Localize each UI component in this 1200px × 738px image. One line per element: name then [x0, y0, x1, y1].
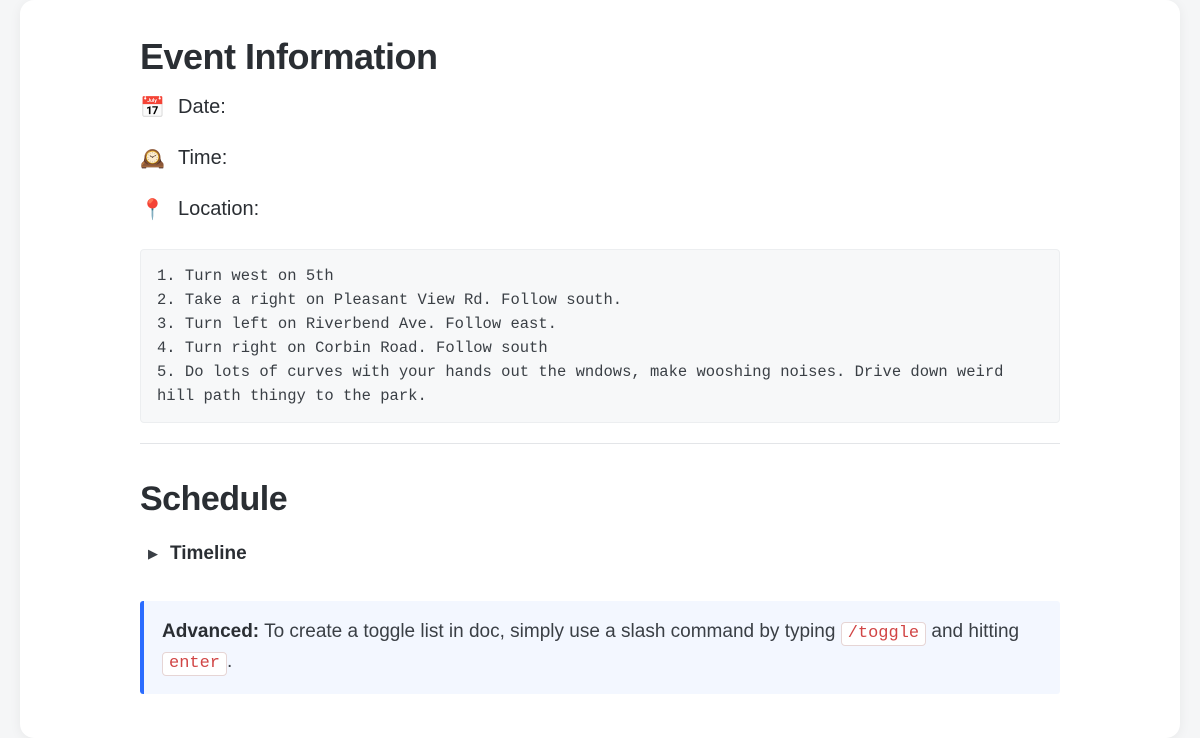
event-information-heading: Event Information: [140, 36, 1060, 78]
timeline-toggle[interactable]: ▶ Timeline: [148, 543, 1060, 565]
date-row[interactable]: 📅 Date:: [140, 96, 1060, 119]
caret-right-icon: ▶: [148, 546, 158, 562]
directions-code-block[interactable]: 1. Turn west on 5th 2. Take a right on P…: [140, 249, 1060, 423]
advanced-callout: Advanced: To create a toggle list in doc…: [140, 601, 1060, 694]
time-label: Time:: [178, 147, 227, 170]
section-divider: [140, 443, 1060, 444]
time-row[interactable]: 🕰️ Time:: [140, 147, 1060, 170]
location-label: Location:: [178, 198, 259, 221]
clock-icon: 🕰️: [140, 149, 162, 169]
calendar-icon: 📅: [140, 98, 162, 118]
pin-icon: 📍: [140, 200, 162, 220]
callout-strong: Advanced:: [162, 621, 259, 642]
document-page: Event Information 📅 Date: 🕰️ Time: 📍 Loc…: [20, 0, 1180, 738]
document-content: Event Information 📅 Date: 🕰️ Time: 📍 Loc…: [140, 36, 1060, 694]
callout-text-2: and hitting: [926, 621, 1019, 642]
toggle-inline-code: /toggle: [841, 622, 926, 646]
location-row[interactable]: 📍 Location:: [140, 198, 1060, 221]
timeline-toggle-label: Timeline: [170, 543, 247, 565]
callout-text-1: To create a toggle list in doc, simply u…: [259, 621, 841, 642]
date-label: Date:: [178, 96, 226, 119]
callout-text-3: .: [227, 651, 232, 672]
enter-inline-code: enter: [162, 652, 227, 676]
schedule-heading: Schedule: [140, 480, 1060, 519]
